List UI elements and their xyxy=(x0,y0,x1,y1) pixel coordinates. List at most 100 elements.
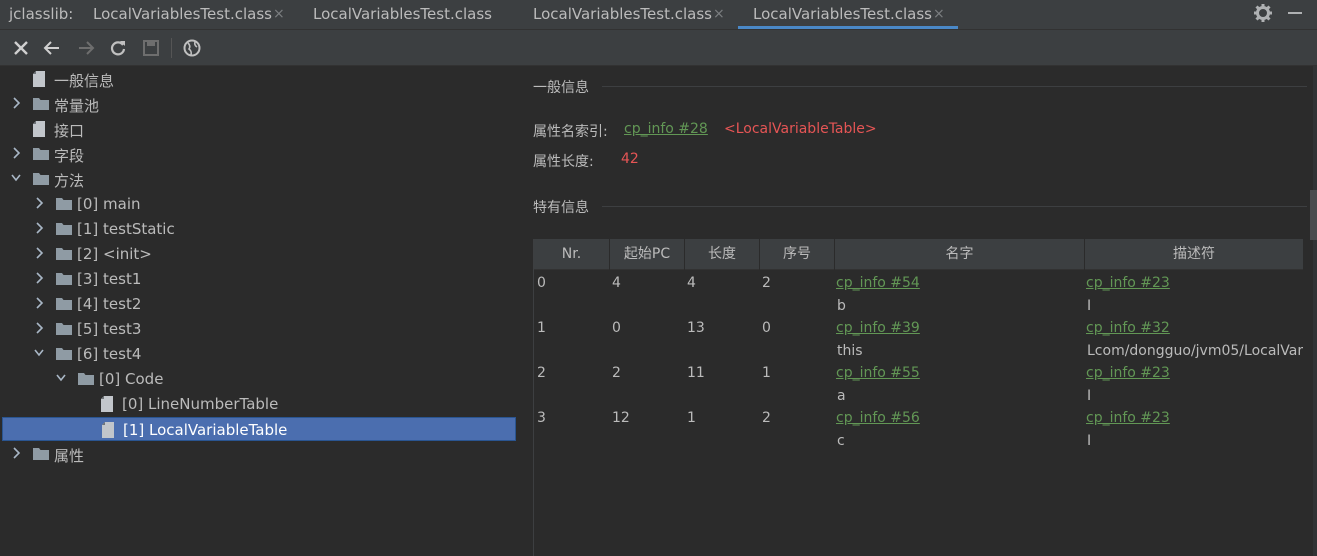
cell-index: 0 xyxy=(762,320,771,336)
folder-icon xyxy=(33,173,49,185)
folder-icon xyxy=(56,273,72,285)
cell-start-pc: 0 xyxy=(612,320,621,336)
chevron-down-icon[interactable] xyxy=(10,171,22,185)
tree-node[interactable]: 字段 xyxy=(2,142,516,166)
cell-name-link[interactable]: cp_info #55 xyxy=(836,365,1081,381)
local-variable-table: Nr. 起始PC 长度 序号 名字 描述符 0 4 4 2 cp_info #54 b cp… xyxy=(533,239,1304,556)
tree-node[interactable]: [1] LocalVariableTable xyxy=(2,417,516,441)
cell-start-pc: 12 xyxy=(612,410,630,426)
tab-label: LocalVariablesTest.class xyxy=(533,5,712,23)
column-header-descriptor[interactable]: 描述符 xyxy=(1085,239,1304,270)
tree-node-label: [0] Code xyxy=(99,370,164,388)
tab-label: LocalVariablesTest.class xyxy=(93,5,272,23)
tab-localvariablestest-2[interactable]: LocalVariablesTest.class xyxy=(313,0,513,30)
tree-node[interactable]: 接口 xyxy=(2,117,516,141)
attr-name-index-link[interactable]: cp_info #28 xyxy=(624,121,708,137)
chevron-right-icon[interactable] xyxy=(33,296,45,310)
column-header-start-pc[interactable]: 起始PC xyxy=(610,239,685,270)
chevron-right-icon[interactable] xyxy=(10,146,22,160)
tree-node[interactable]: [0] Code xyxy=(2,367,516,391)
cell-name-link[interactable]: cp_info #54 xyxy=(836,275,1081,291)
cell-name: b xyxy=(837,298,846,314)
tree-node[interactable]: [0] main xyxy=(2,192,516,216)
cell-descriptor-link[interactable]: cp_info #32 xyxy=(1086,320,1302,336)
chevron-right-icon[interactable] xyxy=(33,321,45,335)
tree-node-label: [6] test4 xyxy=(77,345,142,363)
forward-icon[interactable] xyxy=(76,38,96,58)
chevron-right-icon[interactable] xyxy=(33,271,45,285)
tab-label: LocalVariablesTest.class xyxy=(313,5,492,23)
attr-name-index-label: 属性名索引: xyxy=(533,124,608,140)
tree-node[interactable]: 属性 xyxy=(2,442,516,466)
tree-node-label: 常量池 xyxy=(54,97,100,115)
toolbar-separator xyxy=(171,38,172,58)
tree-node[interactable]: [2] <init> xyxy=(2,242,516,266)
tree-node-label: [4] test2 xyxy=(77,295,142,313)
cell-start-pc: 4 xyxy=(612,275,621,291)
tree-node-label: [3] test1 xyxy=(77,270,142,288)
tab-close-icon[interactable]: × xyxy=(273,6,285,22)
cell-name-link[interactable]: cp_info #56 xyxy=(836,410,1081,426)
cell-descriptor-link[interactable]: cp_info #23 xyxy=(1086,365,1302,381)
detail-panel: 一般信息 属性名索引: cp_info #28 <LocalVariableTa… xyxy=(516,66,1317,556)
cell-nr: 1 xyxy=(537,320,546,336)
attr-name-value: <LocalVariableTable> xyxy=(724,121,877,137)
column-header-length[interactable]: 长度 xyxy=(685,239,760,270)
cell-name: a xyxy=(837,388,846,404)
cell-nr: 3 xyxy=(537,410,546,426)
column-header-nr[interactable]: Nr. xyxy=(534,239,610,270)
column-header-index[interactable]: 序号 xyxy=(760,239,835,270)
chevron-right-icon[interactable] xyxy=(33,246,45,260)
back-icon[interactable] xyxy=(42,38,62,58)
folder-icon xyxy=(78,373,94,385)
cell-descriptor-link[interactable]: cp_info #23 xyxy=(1086,275,1302,291)
cell-length: 11 xyxy=(687,365,705,381)
cell-name-link[interactable]: cp_info #39 xyxy=(836,320,1081,336)
tree-node[interactable]: 一般信息 xyxy=(2,67,516,91)
cell-descriptor: I xyxy=(1087,433,1092,449)
right-tool-strip xyxy=(1313,66,1317,556)
cell-nr: 2 xyxy=(537,365,546,381)
chevron-down-icon[interactable] xyxy=(55,371,67,385)
refresh-icon[interactable] xyxy=(108,38,128,58)
chevron-down-icon[interactable] xyxy=(33,346,45,360)
tree-node-label: 字段 xyxy=(54,147,85,165)
tool-window-title: jclasslib: xyxy=(9,5,74,23)
tab-localvariablestest-1[interactable]: LocalVariablesTest.class × xyxy=(93,0,293,30)
tree-node[interactable]: 方法 xyxy=(2,167,516,191)
tree-node[interactable]: [1] testStatic xyxy=(2,217,516,241)
tree-node[interactable]: [4] test2 xyxy=(2,292,516,316)
tree-node[interactable]: [3] test1 xyxy=(2,267,516,291)
tree-node[interactable]: [5] test3 xyxy=(2,317,516,341)
minimize-icon[interactable] xyxy=(1288,12,1302,14)
tree-node[interactable]: [0] LineNumberTable xyxy=(2,392,516,416)
file-icon xyxy=(33,121,45,137)
cell-descriptor-link[interactable]: cp_info #23 xyxy=(1086,410,1302,426)
tree-node[interactable]: [6] test4 xyxy=(2,342,516,366)
chevron-right-icon[interactable] xyxy=(33,196,45,210)
column-header-name[interactable]: 名字 xyxy=(835,239,1085,270)
chevron-right-icon[interactable] xyxy=(33,221,45,235)
tree-node-label: [1] LocalVariableTable xyxy=(123,421,288,439)
tree-node-label: 接口 xyxy=(54,122,85,140)
tree-node-label: 一般信息 xyxy=(54,72,115,90)
tab-localvariablestest-3[interactable]: LocalVariablesTest.class × xyxy=(533,0,733,30)
chevron-right-icon[interactable] xyxy=(10,446,22,460)
globe-icon[interactable] xyxy=(182,38,202,58)
gear-icon[interactable] xyxy=(1253,3,1273,23)
cell-start-pc: 2 xyxy=(612,365,621,381)
folder-icon xyxy=(56,298,72,310)
tree-node-label: [0] main xyxy=(77,195,141,213)
cell-nr: 0 xyxy=(537,275,546,291)
tab-close-icon[interactable]: × xyxy=(933,6,945,22)
folder-icon xyxy=(33,448,49,460)
save-icon[interactable] xyxy=(141,38,161,58)
scrollbar-thumb[interactable] xyxy=(1310,190,1317,240)
tree-node-label: [1] testStatic xyxy=(77,220,175,238)
chevron-right-icon[interactable] xyxy=(10,96,22,110)
cell-descriptor: Lcom/dongguo/jvm05/LocalVariablesTest; xyxy=(1087,343,1303,359)
cell-index: 1 xyxy=(762,365,771,381)
tab-close-icon[interactable]: × xyxy=(713,6,725,22)
close-icon[interactable] xyxy=(11,38,31,58)
tree-node[interactable]: 常量池 xyxy=(2,92,516,116)
